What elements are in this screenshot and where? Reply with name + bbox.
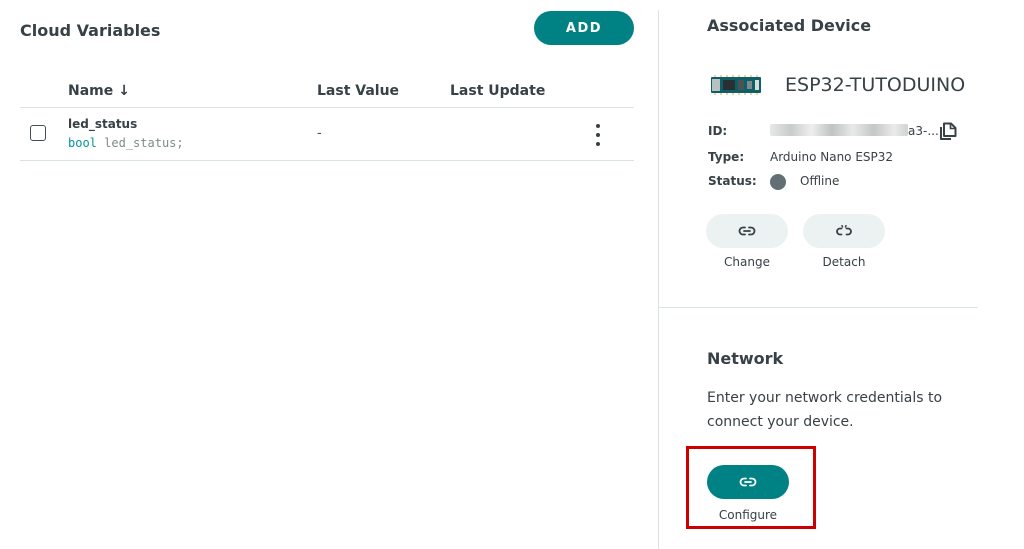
column-header-last-value: Last Value	[317, 83, 400, 99]
device-id-label: ID:	[708, 124, 728, 138]
section-divider	[659, 307, 978, 308]
board-icon	[711, 75, 761, 95]
device-type-value: Arduino Nano ESP32	[770, 150, 894, 164]
table-header-divider	[20, 107, 634, 108]
link-icon	[738, 226, 756, 236]
panel-divider	[658, 10, 659, 549]
device-status-label: Status:	[708, 174, 757, 188]
device-id-suffix: a3-...	[908, 124, 939, 138]
change-device-button[interactable]	[706, 214, 788, 248]
detach-device-button[interactable]	[803, 214, 885, 248]
detach-device-label: Detach	[822, 255, 866, 269]
associated-device-title: Associated Device	[707, 16, 872, 35]
variable-last-value: -	[317, 126, 322, 141]
device-name: ESP32-TUTODUINO	[785, 74, 966, 96]
variable-declaration-text: led_status;	[104, 136, 184, 150]
device-id-redacted	[770, 124, 908, 136]
copy-icon[interactable]	[938, 121, 958, 141]
row-more-options-icon[interactable]	[590, 124, 606, 146]
status-offline-dot-icon	[770, 174, 786, 190]
device-type-label: Type:	[708, 150, 745, 164]
cloud-variables-title: Cloud Variables	[20, 21, 161, 40]
variable-declaration: bool led_status;	[68, 136, 184, 150]
network-description: Enter your network credentials to connec…	[707, 390, 943, 430]
variable-type-keyword: bool	[68, 136, 97, 150]
column-header-name[interactable]: Name ↓	[68, 83, 130, 99]
unlink-icon	[836, 225, 852, 236]
sort-down-arrow-icon: ↓	[118, 83, 130, 99]
network-title: Network	[707, 349, 784, 368]
change-device-label: Change	[724, 255, 770, 269]
variable-name[interactable]: led_status	[68, 117, 137, 131]
row-checkbox[interactable]	[30, 125, 46, 141]
column-header-last-update: Last Update	[450, 83, 546, 99]
device-status-value: Offline	[800, 174, 840, 188]
highlight-annotation-box	[686, 446, 816, 529]
column-header-name-label: Name	[68, 83, 114, 99]
table-row-divider	[20, 160, 634, 161]
add-variable-button[interactable]: ADD	[534, 11, 634, 45]
